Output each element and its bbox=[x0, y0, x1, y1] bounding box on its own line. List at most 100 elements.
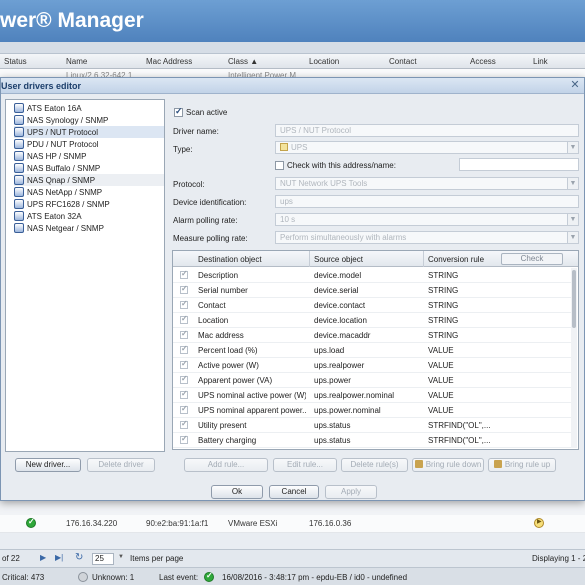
rule-checkbox[interactable] bbox=[180, 434, 188, 444]
rule-conversion: STRING bbox=[428, 301, 459, 310]
rule-row[interactable]: Mac address device.macaddr STRING bbox=[173, 328, 571, 343]
rule-checkbox[interactable] bbox=[180, 299, 188, 309]
rule-row[interactable]: Utility present ups.status STRFIND("OL",..… bbox=[173, 418, 571, 433]
rule-checkbox[interactable] bbox=[180, 284, 188, 294]
driver-icon bbox=[14, 115, 24, 125]
link-play-icon[interactable] bbox=[534, 518, 544, 528]
rules-table[interactable]: Destination object Source object Convers… bbox=[172, 250, 579, 450]
rule-source: ups.status bbox=[314, 421, 351, 430]
chevron-down-icon[interactable]: ▼ bbox=[567, 232, 578, 243]
rule-row[interactable]: Description device.model STRING bbox=[173, 268, 571, 283]
ups-type-icon bbox=[280, 143, 288, 151]
driver-icon bbox=[14, 199, 24, 209]
rule-checkbox[interactable] bbox=[180, 344, 188, 354]
dialog-titlebar[interactable]: User drivers editor ✕ bbox=[1, 78, 584, 94]
chevron-down-icon[interactable]: ▼ bbox=[567, 142, 578, 153]
column-access[interactable]: Access bbox=[470, 57, 496, 66]
tree-item[interactable]: PDU / NUT Protocol bbox=[14, 138, 164, 150]
status-ok-icon bbox=[26, 517, 36, 528]
check-address-input[interactable] bbox=[459, 158, 579, 171]
rule-checkbox[interactable] bbox=[180, 314, 188, 324]
delete-driver-button[interactable]: Delete driver bbox=[87, 458, 155, 472]
refresh-icon[interactable]: ↻ bbox=[75, 552, 83, 563]
check-button[interactable]: Check bbox=[501, 253, 563, 265]
last-page-icon[interactable]: ▶| bbox=[55, 553, 63, 562]
protocol-select[interactable]: NUT Network UPS Tools ▼ bbox=[275, 177, 579, 190]
rule-checkbox[interactable] bbox=[180, 389, 188, 399]
scrollbar-thumb[interactable] bbox=[572, 270, 576, 328]
table-row[interactable]: 176.16.34.220 90:e2:ba:91:1a:f1 VMware E… bbox=[0, 515, 585, 533]
rule-checkbox[interactable] bbox=[180, 359, 188, 369]
tree-item[interactable]: NAS NetApp / SNMP bbox=[14, 186, 164, 198]
rule-row[interactable]: Apparent power (VA) ups.power VALUE bbox=[173, 373, 571, 388]
rule-row[interactable]: Location device.location STRING bbox=[173, 313, 571, 328]
alarm-polling-select[interactable]: 10 s ▼ bbox=[275, 213, 579, 226]
page-size-select[interactable]: 25 bbox=[92, 553, 114, 565]
rule-checkbox[interactable] bbox=[180, 404, 188, 414]
rule-row[interactable]: UPS nominal apparent power... ups.power.n… bbox=[173, 403, 571, 418]
tree-item[interactable]: NAS Netgear / SNMP bbox=[14, 222, 164, 234]
cancel-button[interactable]: Cancel bbox=[269, 485, 319, 499]
tree-item[interactable]: NAS Qnap / SNMP bbox=[14, 174, 164, 186]
rule-checkbox[interactable] bbox=[180, 269, 188, 279]
tree-item-selected[interactable]: UPS / NUT Protocol bbox=[14, 126, 164, 138]
type-select[interactable]: UPS ▼ bbox=[275, 141, 579, 154]
app-header: wer® Manager bbox=[0, 0, 585, 42]
table-row-faded bbox=[0, 500, 585, 516]
rule-destination: Description bbox=[198, 271, 239, 280]
column-status[interactable]: Status bbox=[4, 57, 27, 66]
tree-item[interactable]: NAS HP / SNMP bbox=[14, 150, 164, 162]
column-destination-object[interactable]: Destination object bbox=[198, 255, 262, 264]
check-address-checkbox[interactable] bbox=[275, 161, 284, 170]
tree-item[interactable]: NAS Synology / SNMP bbox=[14, 114, 164, 126]
next-page-icon[interactable]: ▶ bbox=[40, 553, 46, 562]
column-class[interactable]: Class ▲ bbox=[228, 57, 258, 66]
rule-row[interactable]: Battery charging ups.status STRFIND("OL",.… bbox=[173, 433, 571, 448]
rule-row[interactable]: UPS nominal active power (W) ups.realpowe… bbox=[173, 388, 571, 403]
rule-destination: Mac address bbox=[198, 331, 244, 340]
protocol-value: NUT Network UPS Tools bbox=[280, 179, 368, 188]
apply-button[interactable]: Apply bbox=[325, 485, 377, 499]
rule-row[interactable]: Contact device.contact STRING bbox=[173, 298, 571, 313]
rule-checkbox[interactable] bbox=[180, 329, 188, 339]
column-location[interactable]: Location bbox=[309, 57, 339, 66]
column-conversion-rule[interactable]: Conversion rule bbox=[428, 255, 484, 264]
page-size-arrow-icon[interactable]: ▼ bbox=[118, 554, 124, 560]
rule-row[interactable]: Active power (W) ups.realpower VALUE bbox=[173, 358, 571, 373]
bring-rule-up-label: Bring rule up bbox=[504, 460, 551, 469]
measure-polling-select[interactable]: Perform simultaneously with alarms ▼ bbox=[275, 231, 579, 244]
tree-item[interactable]: ATS Eaton 16A bbox=[14, 102, 164, 114]
close-icon[interactable]: ✕ bbox=[569, 79, 581, 91]
rule-checkbox[interactable] bbox=[180, 374, 188, 384]
rule-conversion: VALUE bbox=[428, 346, 454, 355]
driver-tree[interactable]: ATS Eaton 16A NAS Synology / SNMP UPS / … bbox=[5, 99, 165, 452]
column-contact[interactable]: Contact bbox=[389, 57, 417, 66]
ok-button[interactable]: Ok bbox=[211, 485, 263, 499]
scan-active-checkbox[interactable] bbox=[174, 106, 183, 117]
column-mac-address[interactable]: Mac Address bbox=[146, 57, 192, 66]
rule-checkbox[interactable] bbox=[180, 419, 188, 429]
tree-item-label: PDU / NUT Protocol bbox=[27, 139, 99, 149]
rules-scrollbar[interactable] bbox=[571, 268, 577, 448]
tree-item[interactable]: NAS Buffalo / SNMP bbox=[14, 162, 164, 174]
chevron-down-icon[interactable]: ▼ bbox=[567, 178, 578, 189]
rule-conversion: STRING bbox=[428, 331, 459, 340]
device-id-field[interactable]: ups bbox=[275, 195, 579, 208]
driver-name-field[interactable]: UPS / NUT Protocol bbox=[275, 124, 579, 137]
bring-rule-up-button[interactable]: Bring rule up bbox=[488, 458, 556, 472]
tree-item[interactable]: ATS Eaton 32A bbox=[14, 210, 164, 222]
new-driver-button[interactable]: New driver... bbox=[15, 458, 81, 472]
rule-row[interactable]: Serial number device.serial STRING bbox=[173, 283, 571, 298]
column-source-object[interactable]: Source object bbox=[314, 255, 363, 264]
column-name[interactable]: Name bbox=[66, 57, 87, 66]
user-drivers-editor-dialog: User drivers editor ✕ ATS Eaton 16A NAS … bbox=[0, 77, 585, 501]
rule-row[interactable]: Percent load (%) ups.load VALUE bbox=[173, 343, 571, 358]
delete-rules-button[interactable]: Delete rule(s) bbox=[341, 458, 408, 472]
tree-item[interactable]: UPS RFC1628 / SNMP bbox=[14, 198, 164, 210]
add-rule-button[interactable]: Add rule... bbox=[184, 458, 268, 472]
rule-conversion: STRING bbox=[428, 271, 459, 280]
bring-rule-down-button[interactable]: Bring rule down bbox=[412, 458, 484, 472]
column-link[interactable]: Link bbox=[533, 57, 548, 66]
edit-rule-button[interactable]: Edit rule... bbox=[273, 458, 337, 472]
chevron-down-icon[interactable]: ▼ bbox=[567, 214, 578, 225]
